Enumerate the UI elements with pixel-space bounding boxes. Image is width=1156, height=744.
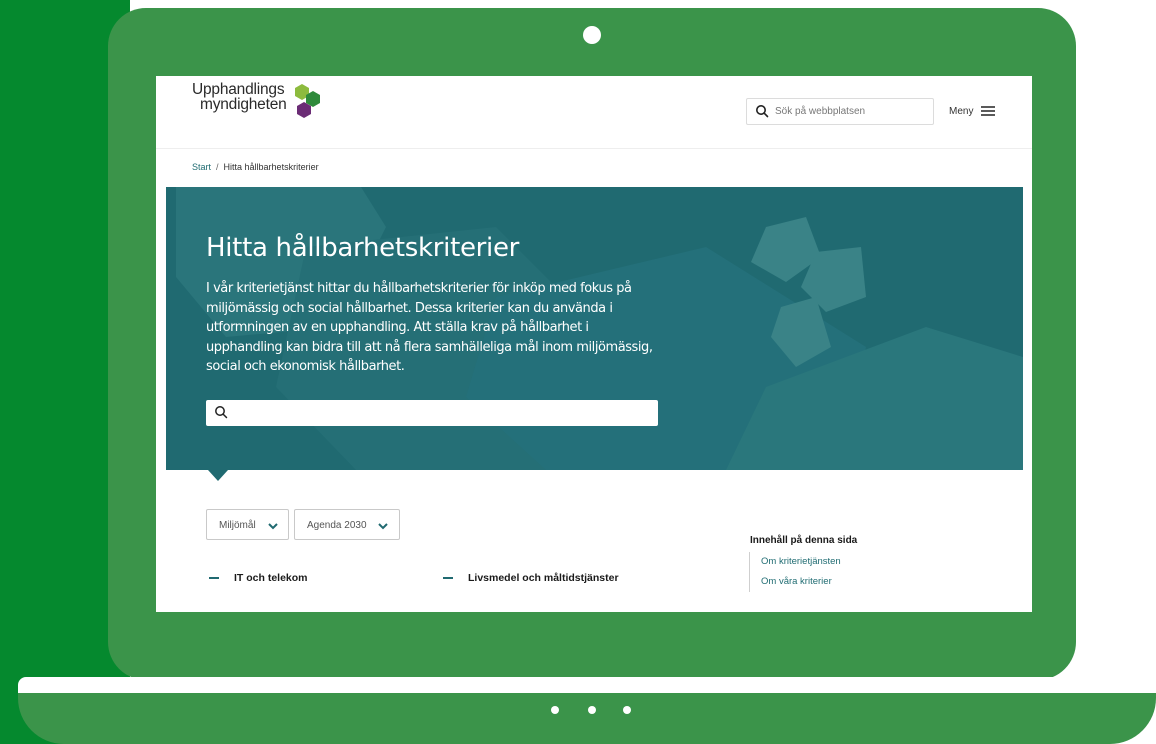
breadcrumb-separator: / (216, 162, 219, 172)
filter-label: Agenda 2030 (307, 520, 367, 531)
logo-hexagons-icon (295, 84, 320, 118)
filter-miljomal-dropdown[interactable]: Miljömål (206, 509, 289, 540)
category-label: IT och telekom (234, 572, 308, 584)
breadcrumb-current: Hitta hållbarhetskriterier (223, 162, 319, 172)
site-search-input[interactable]: Sök på webbplatsen (746, 98, 934, 125)
hamburger-icon (981, 106, 995, 116)
chevron-down-icon (268, 523, 278, 530)
breadcrumb-start-link[interactable]: Start (192, 162, 211, 172)
category-livsmedel-och-maltidstjanster[interactable]: Livsmedel och måltidstjänster (443, 570, 663, 586)
laptop-camera (583, 26, 601, 44)
site-logo[interactable]: Upphandlings myndigheten (192, 82, 352, 136)
breadcrumb: Start / Hitta hållbarhetskriterier (192, 162, 319, 172)
toc-title: Innehåll på denna sida (750, 535, 858, 546)
filter-label: Miljömål (219, 520, 256, 531)
hero-pointer (208, 470, 228, 481)
search-icon (756, 105, 769, 118)
base-dot (588, 706, 596, 714)
toc-list: Om kriterietjänsten Om våra kriterier (749, 552, 841, 592)
laptop-base (18, 690, 1156, 744)
category-label: Livsmedel och måltidstjänster (468, 572, 619, 584)
chevron-down-icon (378, 523, 388, 530)
laptop-base-rim (18, 677, 1156, 693)
base-dot (623, 706, 631, 714)
category-it-och-telekom[interactable]: IT och telekom (209, 570, 369, 586)
logo-line-2: myndigheten (200, 96, 287, 113)
site-header: Upphandlings myndigheten Sök på webbplat… (156, 76, 1032, 149)
toc-item-om-kriterietjansten[interactable]: Om kriterietjänsten (761, 552, 841, 572)
menu-label: Meny (949, 106, 974, 117)
minus-icon (209, 577, 219, 579)
page-title: Hitta hållbarhetskriterier (206, 233, 520, 263)
hero-banner: Hitta hållbarhetskriterier I vår kriteri… (166, 187, 1023, 470)
search-placeholder: Sök på webbplatsen (775, 106, 866, 117)
base-dot (551, 706, 559, 714)
search-icon (215, 406, 228, 419)
hero-description: I vår kriterietjänst hittar du hållbarhe… (206, 281, 653, 374)
minus-icon (443, 577, 453, 579)
logo-text: Upphandlings myndigheten (192, 82, 287, 113)
criteria-search-input[interactable] (206, 400, 658, 426)
filter-agenda-2030-dropdown[interactable]: Agenda 2030 (294, 509, 400, 540)
toc-item-om-vara-kriterier[interactable]: Om våra kriterier (761, 572, 841, 592)
browser-screen: Upphandlings myndigheten Sök på webbplat… (156, 76, 1032, 612)
